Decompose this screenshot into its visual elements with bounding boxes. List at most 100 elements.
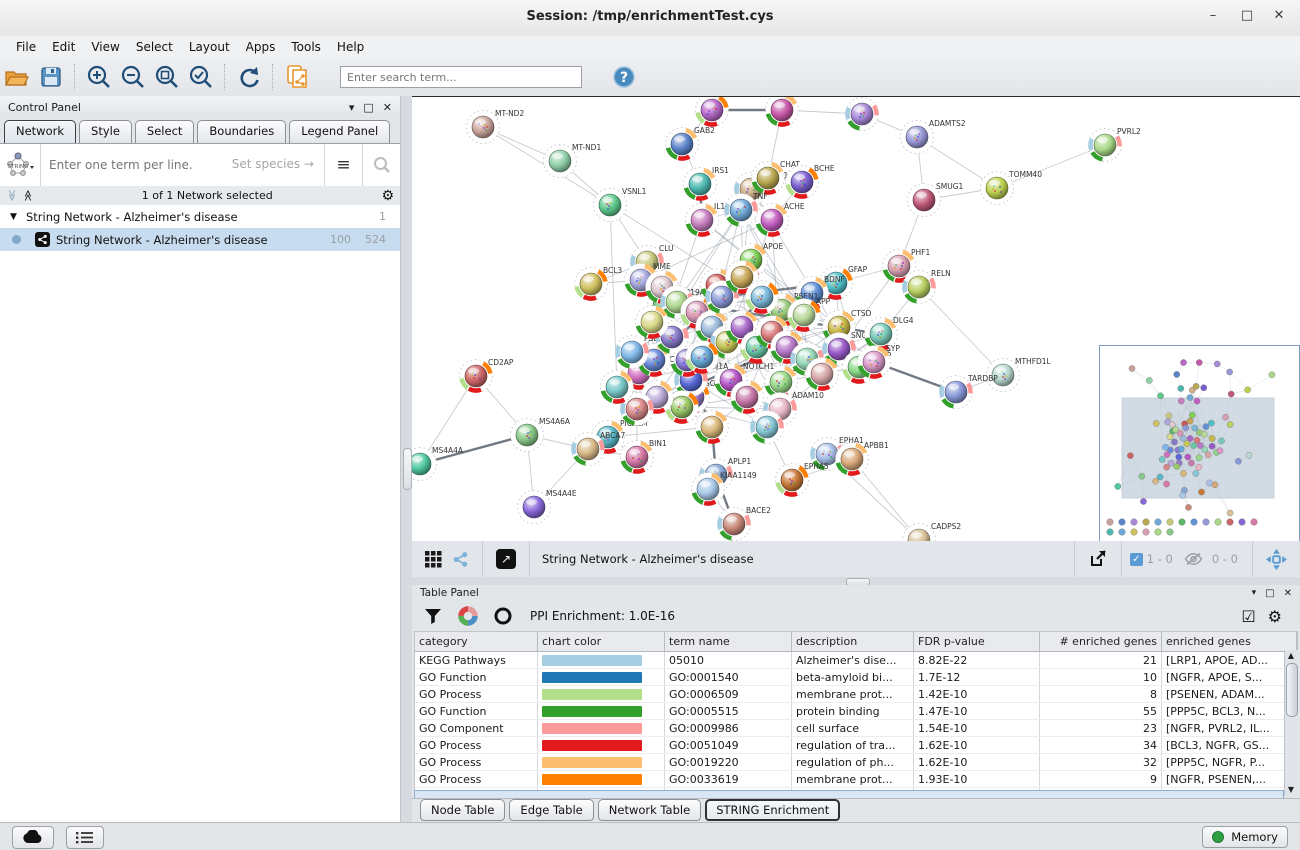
menu-apps[interactable]: Apps	[238, 38, 284, 56]
help-button[interactable]: ?	[608, 62, 640, 92]
column-header--enriched-genes[interactable]: # enriched genes	[1040, 632, 1162, 651]
zoom-selected-button[interactable]	[185, 62, 217, 92]
selected-nodes-checkbox-icon[interactable]: ✓	[1130, 553, 1143, 566]
table-row[interactable]: GO FunctionGO:0005515protein binding1.47…	[415, 703, 1297, 720]
network-node-TARDBP[interactable]: TARDBP	[940, 374, 999, 409]
menu-select[interactable]: Select	[128, 38, 181, 56]
network-node[interactable]	[846, 98, 879, 131]
table-row[interactable]: GO FunctionGO:0001540beta-amyloid bi...1…	[415, 669, 1297, 686]
vertical-splitter[interactable]	[401, 96, 412, 822]
share-view-icon[interactable]	[452, 551, 469, 568]
scroll-down-icon[interactable]: ▼	[1285, 784, 1297, 796]
table-row[interactable]: GO ProcessGO:0006509membrane prot...1.42…	[415, 686, 1297, 703]
network-node-MS4A4A[interactable]: MS4A4A	[412, 446, 464, 481]
undock-panel-icon[interactable]: □	[363, 101, 373, 114]
string-query-input[interactable]	[41, 158, 324, 172]
scrollbar-thumb[interactable]	[1286, 663, 1298, 717]
network-node-RELN[interactable]: RELN	[903, 269, 951, 304]
tab-style[interactable]: Style	[79, 120, 132, 143]
network-node[interactable]	[636, 306, 669, 339]
splitter-handle[interactable]	[403, 448, 412, 490]
string-search-button[interactable]	[362, 144, 400, 186]
network-node-CD2AP[interactable]: CD2AP	[460, 358, 514, 393]
menu-layout[interactable]: Layout	[181, 38, 238, 56]
tree-expand-icon[interactable]: ▼	[10, 212, 22, 222]
pie-chart-icon[interactable]	[458, 606, 478, 626]
collapse-all-icon[interactable]: ≫	[5, 190, 18, 202]
network-node[interactable]	[766, 97, 799, 127]
refresh-button[interactable]	[233, 62, 265, 92]
table-row[interactable]: GO ComponentGO:0009986cell surface1.54E-…	[415, 720, 1297, 737]
tab-node-table[interactable]: Node Table	[420, 799, 505, 821]
network-node[interactable]	[696, 97, 729, 127]
save-session-button[interactable]	[35, 62, 67, 92]
network-node-PVRL2[interactable]: PVRL2	[1089, 127, 1142, 162]
network-options-gear-icon[interactable]: ⚙	[381, 188, 394, 204]
undock-panel-icon[interactable]: □	[1265, 588, 1274, 599]
column-header-chart-color[interactable]: chart color	[538, 632, 665, 651]
network-node-BACE2[interactable]: BACE2	[718, 506, 772, 541]
birdseye-viewport[interactable]	[1122, 398, 1274, 498]
ring-chart-icon[interactable]	[493, 606, 513, 626]
column-header-term-name[interactable]: term name	[665, 632, 792, 651]
network-node-BIN1[interactable]: BIN1	[621, 439, 667, 474]
menu-edit[interactable]: Edit	[44, 38, 83, 56]
network-node[interactable]	[696, 411, 729, 444]
tab-network[interactable]: Network	[4, 120, 76, 143]
table-row[interactable]: GO ProcessGO:0051049regulation of tra...…	[415, 737, 1297, 754]
table-row[interactable]: GO ProcessGO:0033619membrane prot...1.93…	[415, 771, 1297, 788]
tab-boundaries[interactable]: Boundaries	[197, 120, 286, 143]
scroll-up-icon[interactable]: ▲	[1285, 650, 1297, 662]
close-panel-icon[interactable]: ✕	[1284, 588, 1292, 599]
zoom-out-button[interactable]	[117, 62, 149, 92]
network-from-file-button[interactable]	[281, 62, 313, 92]
network-node-GAB2[interactable]: GAB2	[666, 126, 716, 161]
select-rows-checkbox-icon[interactable]: ☑	[1241, 607, 1255, 626]
float-panel-icon[interactable]: ▾	[349, 101, 355, 114]
menu-help[interactable]: Help	[329, 38, 372, 56]
open-session-button[interactable]	[1, 62, 33, 92]
network-node-CADPS2[interactable]: CADPS2	[903, 522, 962, 542]
string-options-button[interactable]: ≡	[324, 144, 362, 186]
column-header-enriched-genes[interactable]: enriched genes	[1162, 632, 1297, 651]
network-node-EPHA5[interactable]: EPHA5	[776, 462, 830, 497]
network-canvas[interactable]: MT-ND2MT-ND1VSNL1GAB2IRS1ABCA1CHATBCHEIL…	[412, 96, 1300, 542]
zoom-in-button[interactable]	[83, 62, 115, 92]
table-horizontal-scrollbar[interactable]	[414, 790, 1284, 798]
expand-all-icon[interactable]: ≪	[21, 190, 34, 202]
network-node[interactable]	[686, 341, 719, 374]
network-node-BCHE[interactable]: BCHE	[786, 164, 835, 199]
column-header-category[interactable]: category	[415, 632, 538, 651]
network-node-SMUG1[interactable]: SMUG1	[908, 182, 964, 217]
filter-icon[interactable]	[423, 606, 443, 626]
search-input[interactable]	[340, 66, 582, 88]
network-node-IL1B[interactable]: IL1B	[686, 202, 731, 237]
maximize-button[interactable]: □	[1236, 8, 1258, 28]
export-network-icon[interactable]	[1088, 549, 1108, 569]
table-row[interactable]: GO ProcessGO:0019220regulation of ph...1…	[415, 754, 1297, 771]
menu-view[interactable]: View	[83, 38, 127, 56]
tab-legend-panel[interactable]: Legend Panel	[289, 120, 390, 143]
network-node[interactable]	[751, 411, 784, 444]
float-panel-icon[interactable]: ▾	[1252, 588, 1257, 598]
grid-view-icon[interactable]	[425, 551, 442, 568]
network-node-TOMM40[interactable]: TOMM40	[981, 170, 1043, 205]
network-node-VSNL1[interactable]: VSNL1	[594, 187, 647, 222]
table-row[interactable]: KEGG Pathways05010Alzheimer's dise...8.8…	[415, 652, 1297, 669]
close-panel-icon[interactable]: ✕	[383, 101, 392, 114]
network-node-ADAMTS2[interactable]: ADAMTS2	[901, 119, 966, 154]
tab-select[interactable]: Select	[135, 120, 194, 143]
detach-view-icon[interactable]: ↗	[496, 549, 516, 569]
network-node-BCL3[interactable]: BCL3	[575, 266, 623, 301]
network-node-IRS1[interactable]: IRS1	[684, 166, 730, 201]
network-node[interactable]	[746, 281, 779, 314]
table-vertical-scrollbar[interactable]: ▲ ▼	[1284, 650, 1298, 796]
network-collection-row[interactable]: ▼ String Network - Alzheimer's disease 1	[0, 205, 400, 228]
menu-tools[interactable]: Tools	[283, 38, 329, 56]
tab-network-table[interactable]: Network Table	[598, 799, 701, 821]
hidden-eye-icon[interactable]	[1184, 552, 1203, 566]
network-node-MS4A6A[interactable]: MS4A6A	[511, 417, 571, 452]
network-node-APBB1[interactable]: APBB1	[836, 441, 889, 476]
string-logo[interactable]: STRING	[0, 144, 41, 186]
column-header-fdr-p-value[interactable]: FDR p-value	[914, 632, 1040, 651]
